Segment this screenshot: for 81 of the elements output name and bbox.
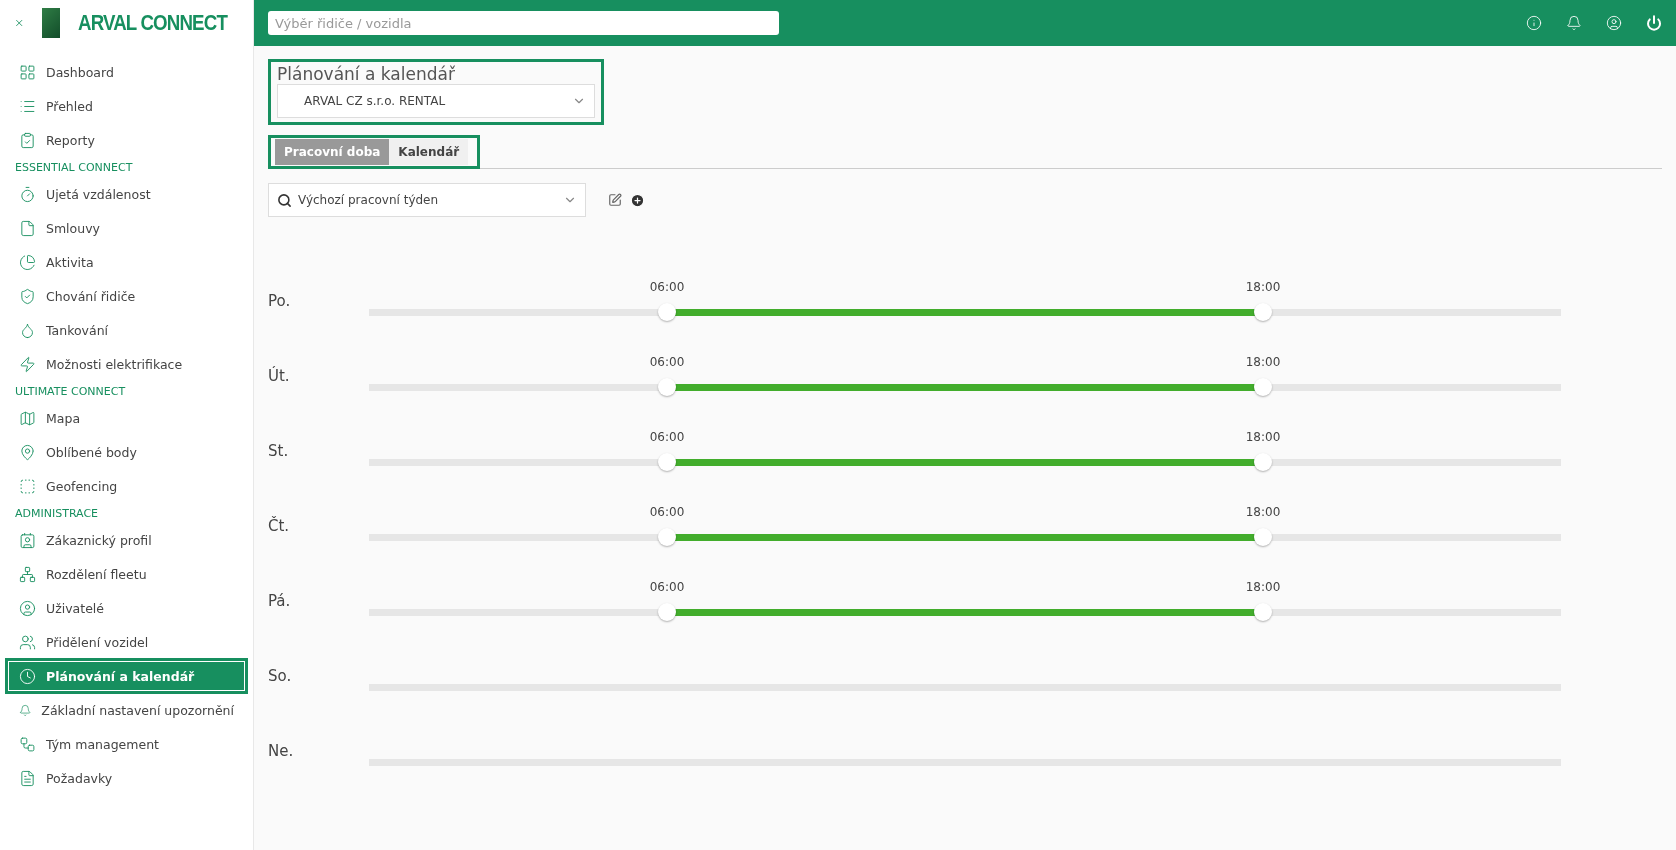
hierarchy-icon	[19, 565, 36, 583]
schedule-select[interactable]: Výchozí pracovní týden	[268, 183, 586, 217]
pie-chart-icon	[19, 253, 36, 271]
clock-icon	[19, 667, 36, 685]
nav-item[interactable]: Rozdělení fleetu	[8, 559, 245, 589]
nav-item[interactable]: Geofencing	[8, 471, 245, 501]
day-label: St.	[268, 442, 290, 460]
search-icon	[277, 192, 292, 208]
page-title: Plánování a kalendář	[277, 64, 456, 84]
nav-item[interactable]: Uživatelé	[8, 593, 245, 623]
nav-item[interactable]: Plánování a kalendář	[8, 661, 245, 691]
nav-item[interactable]: Přidělení vozidel	[8, 627, 245, 657]
slider-thumb[interactable]	[1254, 378, 1272, 396]
add-icon[interactable]	[630, 192, 645, 208]
nav-item[interactable]: Možnosti elektrifikace	[8, 349, 245, 379]
tab[interactable]: Kalendář	[389, 139, 469, 165]
brand-name: ARVAL CONNECT	[77, 10, 227, 36]
droplet-icon	[19, 321, 36, 339]
power-icon[interactable]	[1646, 15, 1662, 31]
day-label: So.	[268, 667, 293, 685]
clipboard-icon	[19, 131, 36, 149]
day-label: Pá.	[268, 592, 292, 610]
day-label: Čt.	[268, 517, 291, 535]
bell-icon[interactable]	[1566, 15, 1582, 31]
user-icon[interactable]	[1606, 15, 1622, 31]
section-header: ADMINISTRACE	[14, 506, 100, 522]
slider-thumb[interactable]	[1254, 528, 1272, 546]
slider-thumb[interactable]	[1254, 453, 1272, 471]
user-icon	[19, 599, 36, 617]
stopwatch-icon	[19, 185, 36, 203]
nav-item[interactable]: Přehled	[8, 91, 245, 121]
nav-item[interactable]: Požadavky	[8, 763, 245, 793]
nav-item[interactable]: Aktivita	[8, 247, 245, 277]
day-label: Po.	[268, 292, 292, 310]
selection-icon	[19, 477, 36, 495]
section-header: ESSENTIAL CONNECT	[14, 160, 134, 176]
nav-item[interactable]: Chování řidiče	[8, 281, 245, 311]
section-header: ULTIMATE CONNECT	[14, 384, 127, 400]
nav-item[interactable]: Tým management	[8, 729, 245, 759]
slider-thumb[interactable]	[658, 453, 676, 471]
search-field[interactable]: Výběr řidiče / vozidla	[268, 11, 779, 35]
time-label: 18:00	[1245, 505, 1281, 519]
edit-icon[interactable]	[608, 192, 622, 207]
slider-thumb[interactable]	[658, 528, 676, 546]
company-select[interactable]: ARVAL CZ s.r.o. RENTAL	[277, 84, 595, 118]
contact-card-icon	[19, 531, 36, 549]
time-label: 18:00	[1245, 280, 1281, 294]
nav-item[interactable]: Smlouvy	[8, 213, 245, 243]
time-label: 06:00	[649, 580, 685, 594]
day-label: Ne.	[268, 742, 295, 760]
nav-item[interactable]: Ujetá vzdálenost	[8, 179, 245, 209]
time-label: 06:00	[649, 430, 685, 444]
nav-item[interactable]: Tankování	[8, 315, 245, 345]
map-icon	[19, 409, 36, 427]
time-label: 18:00	[1245, 430, 1281, 444]
slider-thumb[interactable]	[658, 378, 676, 396]
lightning-icon	[19, 355, 36, 373]
nav-item[interactable]: Oblíbené body	[8, 437, 245, 467]
pin-icon	[19, 443, 36, 461]
nav-item[interactable]: Zákaznický profil	[8, 525, 245, 555]
slider-thumb[interactable]	[1254, 603, 1272, 621]
document-icon	[19, 219, 36, 237]
shield-icon	[19, 287, 36, 305]
time-label: 06:00	[649, 505, 685, 519]
nav-item[interactable]: Základní nastavení upozornění	[8, 695, 245, 725]
day-label: Út.	[268, 367, 291, 385]
slider-thumb[interactable]	[1254, 303, 1272, 321]
nav-item[interactable]: Mapa	[8, 403, 245, 433]
grid-icon	[19, 63, 36, 81]
nav-item[interactable]: Dashboard	[8, 57, 245, 87]
document-icon	[19, 769, 36, 787]
time-label: 06:00	[649, 280, 685, 294]
slider-thumb[interactable]	[658, 603, 676, 621]
nav-item[interactable]: Reporty	[8, 125, 245, 155]
time-label: 06:00	[649, 355, 685, 369]
logo-icon	[42, 8, 60, 38]
time-label: 18:00	[1245, 580, 1281, 594]
slider-thumb[interactable]	[658, 303, 676, 321]
time-label: 18:00	[1245, 355, 1281, 369]
info-icon[interactable]	[1526, 15, 1542, 31]
users-icon	[19, 633, 36, 651]
